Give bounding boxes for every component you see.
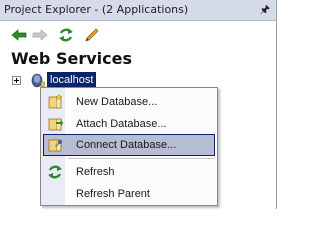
panel-title: Project Explorer - (2 Applications)	[4, 3, 189, 16]
attach-database-icon	[48, 118, 63, 131]
back-arrow-icon[interactable]	[11, 27, 27, 43]
pencil-icon[interactable]	[84, 27, 100, 43]
tree-node-label[interactable]: localhost	[47, 72, 97, 88]
panel-title-bar[interactable]: Project Explorer - (2 Applications) 🖈	[0, 0, 276, 21]
menu-item-label: New Database...	[76, 96, 158, 108]
menu-item-connect-database[interactable]: Connect Database...	[43, 134, 215, 156]
context-menu: New Database... Attach Database... Conne…	[40, 87, 218, 206]
server-icon	[31, 73, 45, 88]
menu-item-label: Attach Database...	[76, 118, 167, 130]
section-heading: Web Services	[11, 49, 132, 68]
forward-arrow-icon	[32, 29, 48, 41]
menu-item-attach-database[interactable]: Attach Database...	[43, 113, 215, 135]
toolbar	[0, 21, 276, 49]
menu-separator	[68, 158, 215, 159]
menu-item-label: Connect Database...	[76, 139, 177, 151]
pin-icon[interactable]: 🖈	[260, 0, 270, 20]
menu-item-new-database[interactable]: New Database...	[43, 91, 215, 113]
menu-item-refresh-parent[interactable]: Refresh Parent	[43, 183, 215, 205]
menu-item-label: Refresh	[76, 166, 115, 178]
menu-item-label: Refresh Parent	[76, 188, 150, 200]
refresh-icon	[48, 165, 62, 179]
connect-database-icon	[48, 139, 62, 152]
refresh-icon[interactable]	[58, 27, 74, 43]
menu-item-refresh[interactable]: Refresh	[43, 161, 215, 183]
new-database-icon	[48, 94, 63, 109]
project-explorer-panel: Project Explorer - (2 Applications) 🖈 We…	[0, 0, 277, 209]
expand-icon[interactable]	[12, 76, 21, 85]
